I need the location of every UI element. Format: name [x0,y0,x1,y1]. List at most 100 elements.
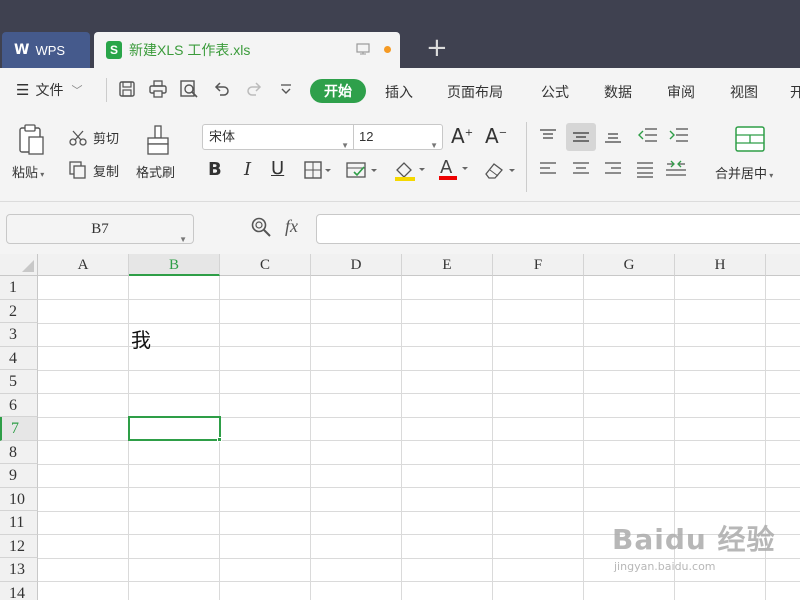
spreadsheet-icon: S [106,41,122,59]
row-header[interactable]: 14 [0,581,38,600]
tab-document[interactable]: S 新建XLS 工作表.xls [94,32,400,68]
cell-format-icon[interactable] [346,161,380,181]
new-tab-button[interactable]: + [426,33,448,63]
font-size-select[interactable]: 12 ▼ [354,124,443,150]
increase-indent-icon[interactable] [668,126,690,144]
redo-icon[interactable] [244,79,264,99]
row-header[interactable]: 6 [0,393,38,417]
decrease-indent-icon[interactable] [637,126,659,144]
tab-view[interactable]: 视图 [730,82,758,102]
align-middle-icon[interactable] [566,123,596,151]
distributed-align-icon[interactable] [664,158,688,178]
undo-icon[interactable] [212,79,232,99]
row-header[interactable]: 4 [0,346,38,370]
bold-icon[interactable]: B [208,159,222,180]
decrease-font-icon[interactable]: A− [485,124,507,148]
print-icon[interactable] [148,79,168,99]
column-header-g[interactable]: G [584,254,675,276]
row-header[interactable]: 8 [0,440,38,464]
ribbon-separator [526,122,527,192]
column-header-a[interactable]: A [38,254,129,276]
copy-icon [68,160,88,180]
column-header-c[interactable]: C [220,254,311,276]
tab-review[interactable]: 审阅 [667,82,695,102]
justify-icon[interactable] [635,160,655,178]
italic-icon[interactable]: I [244,159,251,180]
row-header[interactable]: 9 [0,464,38,488]
copy-label: 复制 [93,163,120,179]
menu-bar: ☰ 文件 ﹀ 开始 插入 页面布局 公式 数据 审阅 视图 开 [0,68,800,112]
column-header-e[interactable]: E [402,254,493,276]
grid-line [492,276,493,600]
formula-input[interactable] [316,214,800,244]
column-header-h[interactable]: H [675,254,766,276]
merge-center-button[interactable]: 合并居中 ▾ [715,163,773,182]
select-all-corner[interactable] [0,254,38,276]
save-icon[interactable] [117,79,137,99]
align-bottom-icon[interactable] [603,128,623,144]
quick-access-dropdown-icon[interactable] [276,79,296,99]
cell-b3[interactable]: 我 [131,324,151,353]
tab-formulas[interactable]: 公式 [541,82,569,102]
grid-line [38,299,800,300]
fill-color-icon[interactable] [392,158,428,182]
column-header-partial[interactable] [766,254,800,276]
name-box-value: B7 [91,221,109,237]
print-preview-icon[interactable] [179,79,199,99]
paste-button[interactable]: 粘贴 ▾ [12,162,44,181]
copy-button[interactable]: 复制 [68,160,119,180]
grid-line [38,346,800,347]
grid-line [38,393,800,394]
hamburger-icon: ☰ [16,81,30,99]
file-menu[interactable]: ☰ 文件 ﹀ [16,80,82,100]
tab-more[interactable]: 开 [790,82,800,102]
row-header[interactable]: 5 [0,370,38,394]
row-header[interactable]: 2 [0,299,38,323]
cut-label: 剪切 [93,131,120,146]
borders-icon[interactable] [304,161,334,179]
row-header[interactable]: 10 [0,487,38,511]
align-left-icon[interactable] [538,160,558,178]
align-top-icon[interactable] [538,128,558,144]
clear-format-icon[interactable] [482,160,518,182]
font-color-icon[interactable]: A [437,156,473,182]
row-header-selected[interactable]: 7 [0,417,38,441]
format-painter-icon[interactable] [144,124,174,156]
tab-home[interactable]: 开始 [310,79,366,103]
format-painter-label[interactable]: 格式刷 [136,162,175,181]
paste-icon[interactable] [16,124,46,156]
file-menu-label: 文件 [35,82,64,98]
merge-center-icon[interactable] [735,126,765,152]
cut-button[interactable]: 剪切 [68,128,119,147]
grid-line [38,581,800,582]
function-icon[interactable]: fx [285,216,298,237]
select-all-triangle-icon [22,260,34,272]
tab-page-layout[interactable]: 页面布局 [447,82,503,102]
fill-handle[interactable] [217,437,222,442]
name-box[interactable]: B7 ▼ [6,214,194,244]
align-right-icon[interactable] [603,160,623,178]
row-header[interactable]: 12 [0,534,38,558]
font-name-select[interactable]: 宋体 ▼ [202,124,354,150]
align-center-icon[interactable] [571,160,591,178]
row-header[interactable]: 3 [0,323,38,347]
zoom-icon[interactable] [250,216,272,241]
tab-insert[interactable]: 插入 [385,82,413,102]
grid-line [38,487,800,488]
monitor-icon[interactable] [356,43,370,55]
underline-icon[interactable]: U [271,158,284,179]
watermark: Baidu 经验 jingyan.baidu.com [612,518,776,573]
column-header-f[interactable]: F [493,254,584,276]
wps-logo-icon: W [14,42,30,58]
increase-font-icon[interactable]: A+ [451,124,473,148]
tab-wps-home[interactable]: W WPS [2,32,90,68]
grid-line [38,322,800,324]
column-header-d[interactable]: D [311,254,402,276]
row-header[interactable]: 11 [0,511,38,535]
row-header[interactable]: 13 [0,558,38,582]
column-header-b[interactable]: B [129,254,220,276]
active-cell-b7[interactable] [128,416,221,441]
row-header[interactable]: 1 [0,276,38,300]
tab-data[interactable]: 数据 [604,82,632,102]
paste-label: 粘贴 [12,165,39,180]
